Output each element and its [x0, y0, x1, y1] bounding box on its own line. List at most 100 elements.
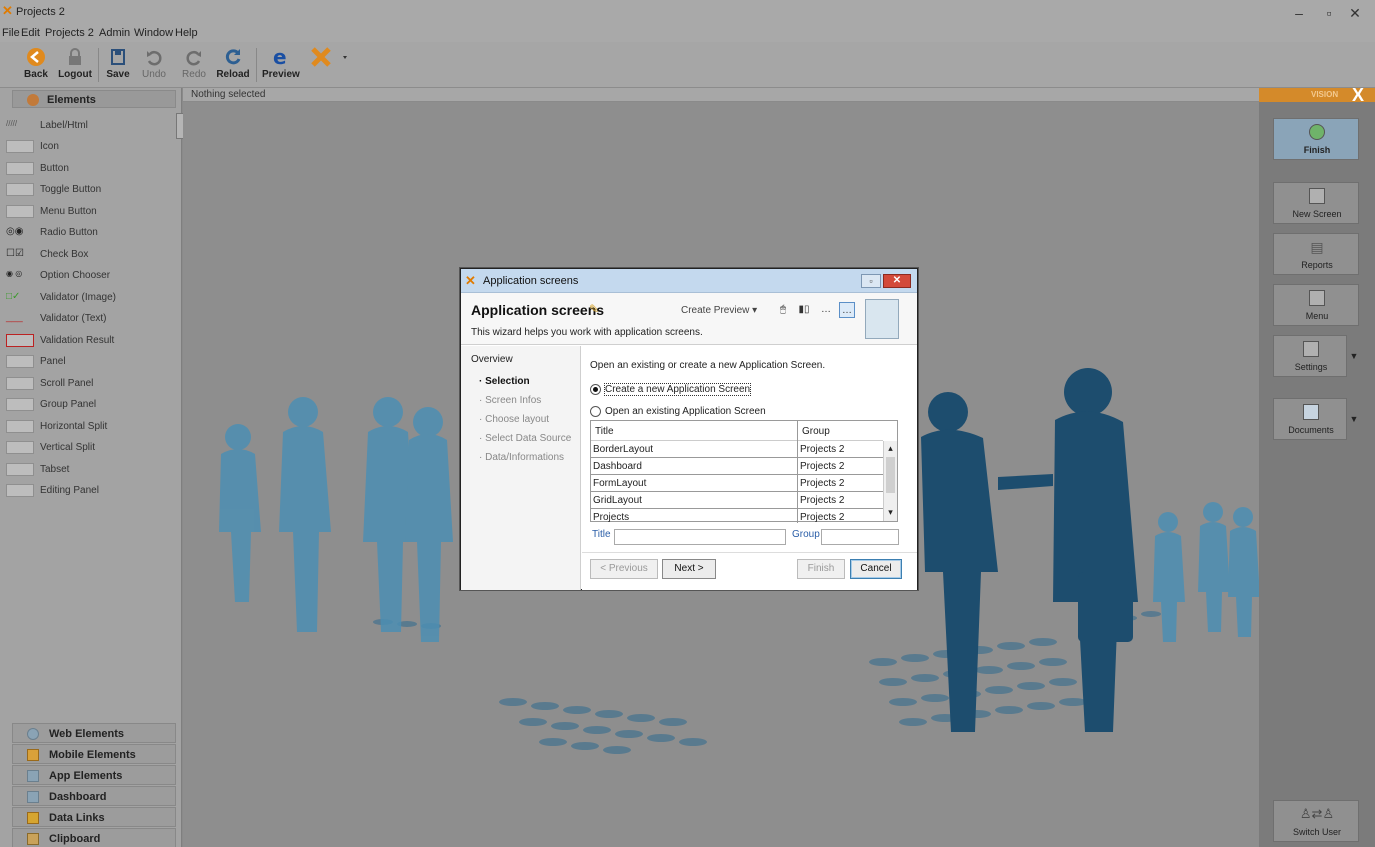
option-chooser-icon: ◉ ◎ — [6, 269, 23, 278]
element-validator-image[interactable]: □✓ Validator (Image) — [6, 288, 176, 308]
element-button[interactable]: Button — [6, 159, 176, 179]
element-group-panel[interactable]: Group Panel — [6, 395, 176, 415]
next-button[interactable]: Next > — [662, 559, 716, 579]
preview-button[interactable]: e Preview — [262, 44, 300, 86]
vertical-split-icon — [6, 441, 34, 454]
wizard-step-choose-layout: · Choose layout — [479, 414, 550, 425]
element-label-html[interactable]: /////Label/Html — [6, 116, 176, 136]
table-row[interactable]: Projects Projects 2 — [591, 509, 883, 526]
dialog-restore-button[interactable]: ▫ — [861, 274, 881, 288]
validator-text-icon: ___ — [6, 312, 23, 323]
menu-admin[interactable]: Admin — [99, 27, 130, 39]
table-scrollbar[interactable]: ▴ ▾ — [883, 441, 897, 521]
menu-projects[interactable]: Projects 2 — [45, 27, 94, 39]
minimize-button[interactable]: – — [1284, 4, 1314, 22]
element-icon[interactable]: Icon — [6, 137, 176, 157]
element-horizontal-split[interactable]: Horizontal Split — [6, 417, 176, 437]
section-data-links[interactable]: Data Links — [12, 807, 176, 827]
button-icon — [6, 162, 34, 175]
element-validation-result[interactable]: Validation Result — [6, 331, 176, 351]
new-screen-icon — [1309, 188, 1325, 204]
element-tabset[interactable]: Tabset — [6, 460, 176, 480]
section-mobile-elements[interactable]: Mobile Elements — [12, 744, 176, 764]
create-preview-dropdown[interactable]: Create Preview ▾ — [681, 305, 757, 316]
section-dashboard[interactable]: Dashboard — [12, 786, 176, 806]
elements-panel: Elements /////Label/Html Icon Button Tog… — [0, 88, 182, 847]
dialog-close-button[interactable]: ✕ — [883, 274, 911, 288]
column-header-title[interactable]: Title — [595, 426, 614, 437]
dialog-title-bar: ✕ Application screens ▫ ✕ — [461, 269, 917, 293]
element-radio-button[interactable]: ◎◉ Radio Button — [6, 223, 176, 243]
section-app-elements[interactable]: App Elements — [12, 765, 176, 785]
menu-button[interactable]: Menu — [1273, 284, 1359, 326]
settings-button[interactable]: Settings — [1273, 335, 1347, 377]
table-header: Title Group — [591, 421, 883, 441]
reload-button[interactable]: Reload — [216, 44, 250, 86]
menu-button-icon — [6, 205, 34, 218]
horizontal-split-icon — [6, 420, 34, 433]
documents-button[interactable]: Documents — [1273, 398, 1347, 440]
svg-text:e: e — [273, 46, 287, 68]
element-editing-panel[interactable]: Editing Panel — [6, 481, 176, 501]
filter-group-input[interactable] — [821, 529, 899, 545]
settings-dropdown-arrow[interactable]: ▼ — [1347, 335, 1361, 377]
element-option-chooser[interactable]: ◉ ◎ Option Chooser — [6, 266, 176, 286]
previous-button[interactable]: < Previous — [590, 559, 658, 579]
pencil-icon: ✎ — [589, 302, 600, 316]
radio-open-existing-screen[interactable]: Open an existing Application Screen — [590, 405, 790, 419]
cancel-button[interactable]: Cancel — [850, 559, 902, 579]
options-icon[interactable]: … — [839, 302, 855, 318]
menu-bar: File Edit Projects 2 Admin Window Help — [0, 26, 1375, 42]
element-menu-button[interactable]: Menu Button — [6, 202, 176, 222]
vision-x-dropdown-button[interactable] — [306, 44, 354, 86]
save-button[interactable]: Save — [104, 44, 132, 86]
new-screen-button[interactable]: New Screen — [1273, 182, 1359, 224]
menu-file[interactable]: File — [2, 27, 20, 39]
documents-dropdown-arrow[interactable]: ▼ — [1347, 398, 1361, 440]
element-vertical-split[interactable]: Vertical Split — [6, 438, 176, 458]
table-row[interactable]: Dashboard Projects 2 — [591, 458, 883, 475]
right-action-panel: VISION X Finish New Screen ▤ Reports Men… — [1259, 86, 1375, 847]
section-clipboard[interactable]: Clipboard — [12, 828, 176, 847]
radio-indicator-checked — [590, 384, 601, 395]
element-toggle-button[interactable]: Toggle Button — [6, 180, 176, 200]
menu-edit[interactable]: Edit — [21, 27, 40, 39]
table-row[interactable]: BorderLayout Projects 2 — [591, 441, 883, 458]
more-icon[interactable]: … — [818, 302, 834, 318]
back-button[interactable]: Back — [22, 44, 50, 86]
menu-help[interactable]: Help — [175, 27, 198, 39]
dialog-header: Application screens ✎ This wizard helps … — [461, 293, 917, 345]
scroll-thumb[interactable] — [886, 457, 895, 493]
table-row[interactable]: GridLayout Projects 2 — [591, 492, 883, 509]
close-button[interactable]: ✕ — [1340, 4, 1370, 22]
switch-user-button[interactable]: ♙⇄♙ Switch User — [1273, 800, 1359, 842]
validator-check-icon: □✓ — [6, 291, 21, 302]
element-panel[interactable]: Panel — [6, 352, 176, 372]
layout-icon[interactable]: ▮▯ — [796, 302, 812, 318]
filter-title-input[interactable] — [614, 529, 786, 545]
element-scroll-panel[interactable]: Scroll Panel — [6, 374, 176, 394]
section-web-elements[interactable]: Web Elements — [12, 723, 176, 743]
finish-wizard-button[interactable]: Finish — [797, 559, 845, 579]
elements-header[interactable]: Elements — [12, 90, 176, 108]
reports-button[interactable]: ▤ Reports — [1273, 233, 1359, 275]
column-header-group[interactable]: Group — [802, 426, 830, 437]
wizard-step-data-informations: · Data/Informations — [479, 452, 565, 463]
scroll-up-arrow[interactable]: ▴ — [884, 441, 897, 455]
dialog-heading: Application screens — [471, 302, 605, 318]
redo-button[interactable]: Redo — [180, 44, 208, 86]
mouse-icon[interactable]: 🖱 — [775, 302, 791, 318]
element-validator-text[interactable]: ___ Validator (Text) — [6, 309, 176, 329]
validation-result-icon — [6, 334, 34, 347]
image-icon — [6, 140, 34, 153]
menu-window[interactable]: Window — [134, 27, 173, 39]
scroll-down-arrow[interactable]: ▾ — [884, 505, 897, 519]
finish-button[interactable]: Finish — [1273, 118, 1359, 160]
table-row[interactable]: FormLayout Projects 2 — [591, 475, 883, 492]
undo-button[interactable]: Undo — [140, 44, 168, 86]
menu-icon — [1309, 290, 1325, 306]
element-check-box[interactable]: ☐☑ Check Box — [6, 245, 176, 265]
radio-create-new-screen[interactable]: Create a new Application Screen — [590, 383, 790, 397]
logout-button[interactable]: Logout — [57, 44, 93, 86]
reload-icon — [225, 49, 241, 65]
